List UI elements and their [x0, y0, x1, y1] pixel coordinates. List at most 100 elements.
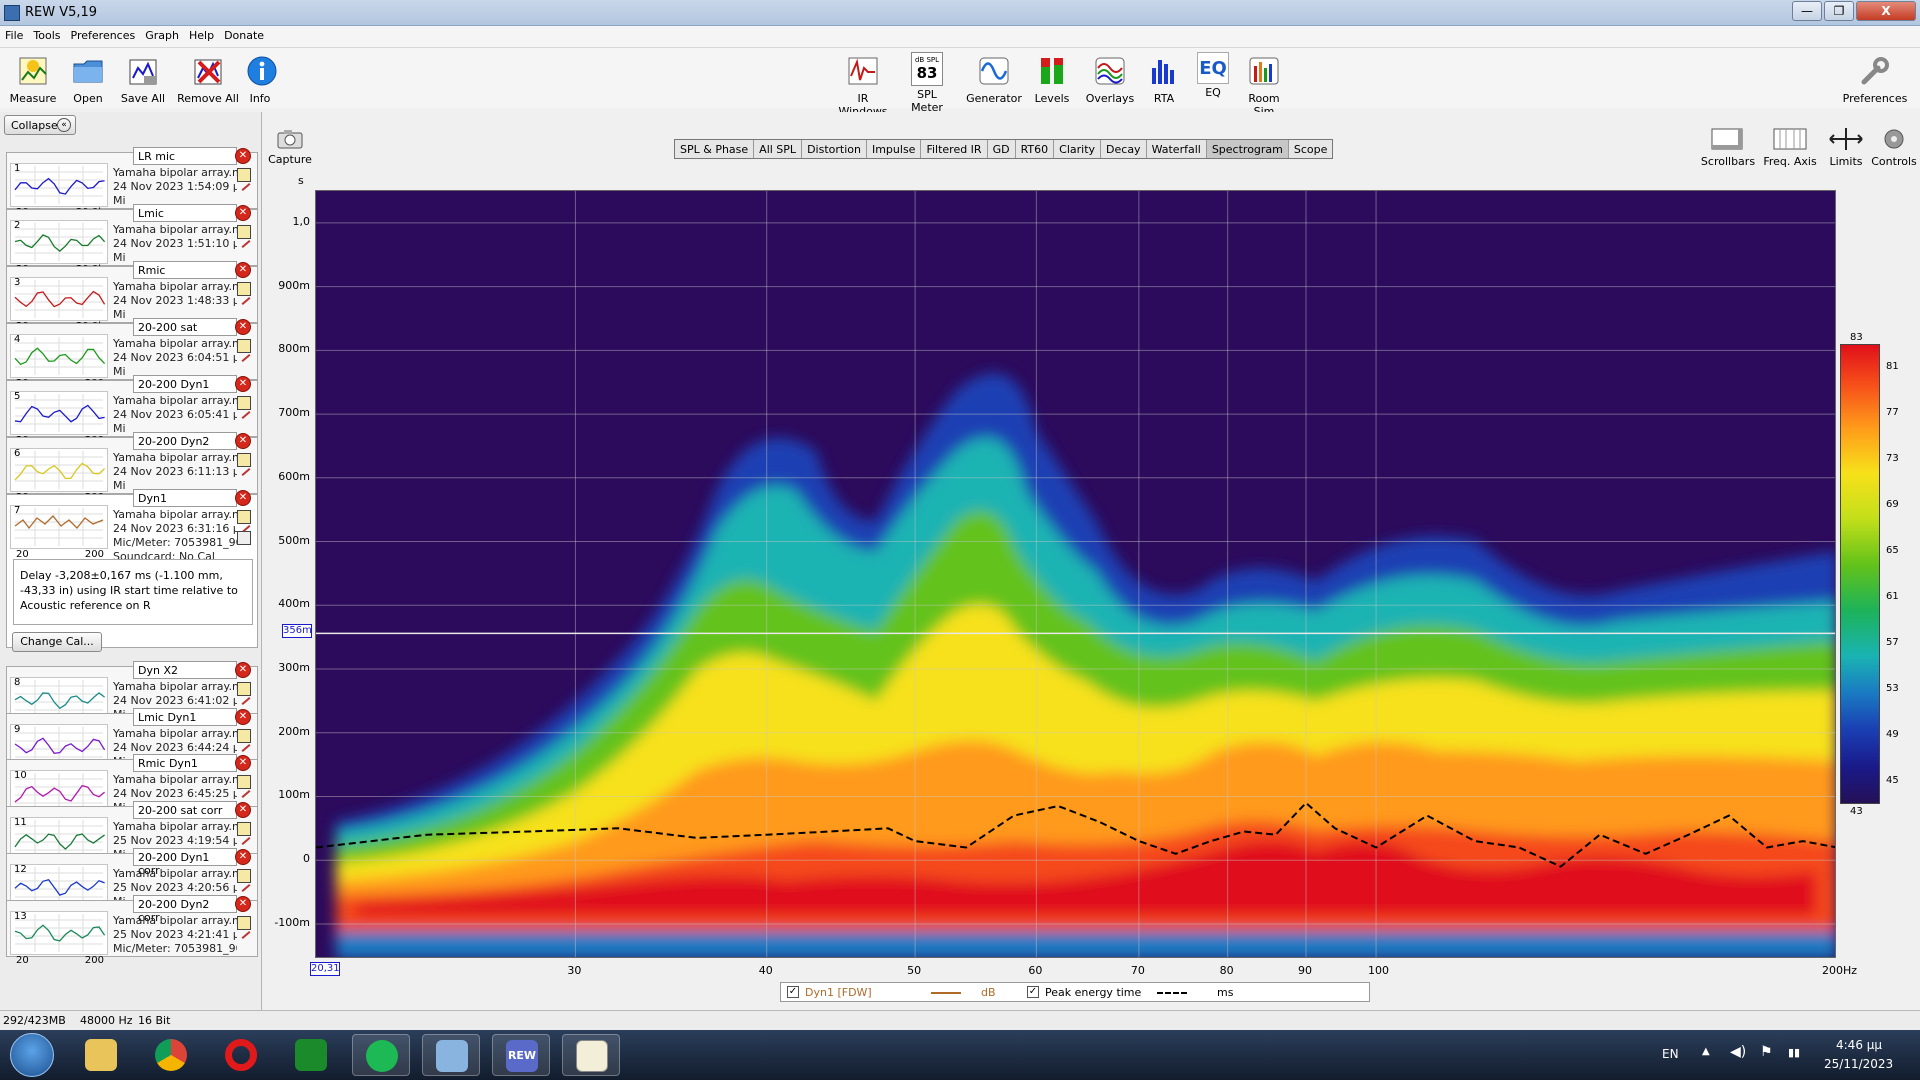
- maximize-button[interactable]: ❐: [1824, 1, 1854, 21]
- measurement-name-field[interactable]: 20-200 Dyn1: [133, 375, 237, 393]
- menu-donate[interactable]: Donate: [219, 26, 269, 42]
- measurement-item[interactable]: 42020020-200 sat✕Yamaha bipolar array.mc…: [6, 318, 258, 389]
- volume-icon[interactable]: ◀): [1730, 1044, 1746, 1060]
- edit-notes-icon[interactable]: [237, 168, 251, 182]
- measurement-name-field[interactable]: 20-200 Dyn1 corr: [133, 847, 237, 877]
- remove-measurement-icon[interactable]: ✕: [235, 262, 251, 278]
- capture-button[interactable]: Capture: [260, 128, 320, 166]
- tab-spectrogram[interactable]: Spectrogram: [1206, 140, 1289, 158]
- remove-measurement-icon[interactable]: ✕: [235, 376, 251, 392]
- menu-graph[interactable]: Graph: [140, 26, 184, 42]
- spectrogram-plot[interactable]: [315, 190, 1836, 958]
- tab-scope[interactable]: Scope: [1289, 140, 1333, 158]
- taskbar-opera[interactable]: [212, 1034, 270, 1076]
- tab-rt60[interactable]: RT60: [1016, 140, 1055, 158]
- measurement-name-field[interactable]: Rmic: [133, 261, 237, 279]
- network-icon[interactable]: ▮▮: [1788, 1046, 1800, 1059]
- tab-spl-phase[interactable]: SPL & Phase: [675, 140, 755, 158]
- measurement-name-field[interactable]: Dyn1: [133, 489, 237, 507]
- clock-time[interactable]: 4:46 μμ: [1836, 1038, 1882, 1052]
- limits-button[interactable]: Limits: [1824, 126, 1868, 168]
- edit-notes-icon[interactable]: [237, 915, 251, 930]
- measurement-item[interactable]: 12020.0kLR mic✕Yamaha bipolar array.mc24…: [6, 147, 258, 218]
- tray-up-icon[interactable]: ▲: [1702, 1046, 1710, 1057]
- windows-start-button[interactable]: [10, 1033, 54, 1077]
- taskbar-explorer[interactable]: [72, 1034, 130, 1076]
- taskbar-notepad[interactable]: [562, 1034, 620, 1076]
- language-indicator[interactable]: EN: [1662, 1047, 1679, 1061]
- scrollbars-button[interactable]: Scrollbars: [1700, 126, 1756, 168]
- remove-measurement-icon[interactable]: ✕: [235, 802, 251, 819]
- remove-measurement-icon[interactable]: ✕: [235, 490, 251, 506]
- measurement-item[interactable]: 62020020-200 Dyn2✕Yamaha bipolar array.m…: [6, 432, 258, 503]
- tab-waterfall[interactable]: Waterfall: [1147, 140, 1207, 158]
- edit-notes-icon[interactable]: [237, 510, 251, 524]
- overlays-button[interactable]: Overlays: [1084, 52, 1136, 105]
- collapse-button[interactable]: Collapse «: [4, 115, 76, 135]
- clock-date[interactable]: 25/11/2023: [1824, 1057, 1893, 1071]
- measurement-item[interactable]: 13 20 200 20-200 Dyn2 corr ✕ Yamaha bipolar a…: [6, 894, 258, 966]
- tab-decay[interactable]: Decay: [1101, 140, 1147, 158]
- edit-notes-icon[interactable]: [237, 225, 251, 239]
- room-sim-button[interactable]: Room Sim: [1238, 52, 1290, 118]
- measurement-name-field[interactable]: 20-200 Dyn2 corr: [133, 894, 237, 924]
- close-button[interactable]: X: [1856, 1, 1916, 21]
- remove-measurement-icon[interactable]: ✕: [235, 708, 251, 725]
- save-all-button[interactable]: Save All: [118, 52, 168, 105]
- taskbar-rew[interactable]: REW: [492, 1034, 550, 1076]
- tab-all-spl[interactable]: All SPL: [754, 140, 803, 158]
- measurement-name-field[interactable]: LR mic: [133, 147, 237, 165]
- measure-button[interactable]: Measure: [8, 52, 58, 105]
- controls-button[interactable]: Controls: [1870, 126, 1918, 168]
- generator-button[interactable]: Generator: [966, 52, 1022, 105]
- flag-icon[interactable]: ⚑: [1760, 1044, 1773, 1060]
- open-button[interactable]: Open: [64, 52, 112, 105]
- remove-measurement-icon[interactable]: ✕: [235, 433, 251, 449]
- rta-button[interactable]: RTA: [1146, 52, 1182, 105]
- taskbar-hesuvi[interactable]: [282, 1034, 340, 1076]
- measurement-item[interactable]: 22020.0kLmic✕Yamaha bipolar array.mc24 N…: [6, 204, 258, 275]
- remove-measurement-icon[interactable]: ✕: [235, 848, 251, 865]
- spl-meter-button[interactable]: dB SPL 83 SPL Meter: [900, 52, 954, 114]
- tab-impulse[interactable]: Impulse: [867, 140, 922, 158]
- calibration-icon[interactable]: [237, 531, 251, 545]
- taskbar-chrome[interactable]: [142, 1034, 200, 1076]
- remove-measurement-icon[interactable]: ✕: [235, 319, 251, 335]
- measurement-name-field[interactable]: 20-200 sat: [133, 318, 237, 336]
- tab-distortion[interactable]: Distortion: [802, 140, 867, 158]
- taskbar-spotify[interactable]: [352, 1034, 410, 1076]
- edit-notes-icon[interactable]: [237, 868, 251, 883]
- edit-notes-icon[interactable]: [237, 339, 251, 353]
- selected-measurement-item[interactable]: 7 20 200 Dyn1 ✕ Yamaha bipolar array.mc 24 Nov…: [6, 489, 258, 648]
- measurement-name-field[interactable]: Rmic Dyn1: [133, 754, 237, 773]
- info-button[interactable]: Info: [244, 52, 277, 105]
- menu-help[interactable]: Help: [184, 26, 219, 42]
- change-cal-button[interactable]: Change Cal...: [12, 632, 102, 652]
- remove-measurement-icon[interactable]: ✕: [235, 205, 251, 221]
- measurement-item[interactable]: 52020020-200 Dyn1✕Yamaha bipolar array.m…: [6, 375, 258, 446]
- menu-file[interactable]: File: [0, 26, 28, 42]
- measurement-name-field[interactable]: 20-200 sat corr: [133, 801, 237, 820]
- measurement-name-field[interactable]: Lmic: [133, 204, 237, 222]
- ir-windows-button[interactable]: IR Windows: [832, 52, 894, 118]
- remove-measurement-icon[interactable]: ✕: [235, 662, 251, 678]
- legend-checkbox-dyn1[interactable]: ✓: [787, 986, 799, 998]
- menu-tools[interactable]: Tools: [28, 26, 65, 42]
- remove-measurement-icon[interactable]: ✕: [235, 895, 251, 912]
- edit-notes-icon[interactable]: [237, 728, 251, 743]
- edit-notes-icon[interactable]: [237, 682, 251, 696]
- remove-all-button[interactable]: Remove All: [176, 52, 240, 105]
- tab-filtered-ir[interactable]: Filtered IR: [921, 140, 988, 158]
- edit-notes-icon[interactable]: [237, 822, 251, 837]
- edit-notes-icon[interactable]: [237, 453, 251, 467]
- measurement-name-field[interactable]: Dyn X2: [133, 661, 237, 679]
- freq-axis-button[interactable]: Freq. Axis: [1760, 126, 1820, 168]
- taskbar-control-panel[interactable]: [422, 1034, 480, 1076]
- levels-button[interactable]: Levels: [1032, 52, 1072, 105]
- tab-gd[interactable]: GD: [988, 140, 1016, 158]
- menu-preferences[interactable]: Preferences: [66, 26, 141, 42]
- tab-clarity[interactable]: Clarity: [1054, 140, 1102, 158]
- measurement-name-field[interactable]: 20-200 Dyn2: [133, 432, 237, 450]
- preferences-button[interactable]: Preferences: [1840, 52, 1910, 105]
- legend-checkbox-peak[interactable]: ✓: [1027, 986, 1039, 998]
